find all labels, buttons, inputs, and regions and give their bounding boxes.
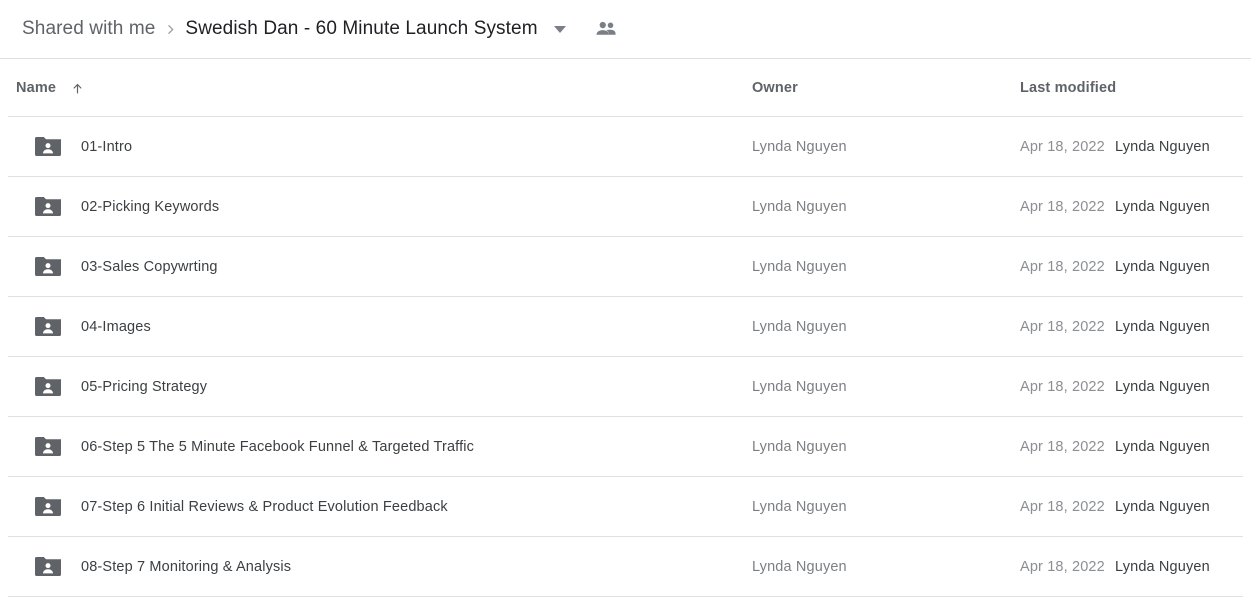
table-row[interactable]: 06-Step 5 The 5 Minute Facebook Funnel &… <box>0 417 1251 477</box>
last-modified-date: Apr 18, 2022 <box>1020 559 1105 575</box>
last-modified-value: Apr 18, 2022 Lynda Nguyen <box>1020 319 1210 335</box>
file-list: 01-Intro Lynda Nguyen Apr 18, 2022 Lynda… <box>0 117 1251 597</box>
file-name: 07-Step 6 Initial Reviews & Product Evol… <box>81 499 448 515</box>
breadcrumb-parent-shared-with-me[interactable]: Shared with me <box>22 18 155 40</box>
table-column-header: Name Owner Last modified <box>0 59 1251 117</box>
owner-value: Lynda Nguyen <box>752 259 847 275</box>
owner-value: Lynda Nguyen <box>752 559 847 575</box>
last-modified-by: Lynda Nguyen <box>1115 139 1210 155</box>
column-header-name-label: Name <box>16 80 57 96</box>
people-icon[interactable] <box>595 20 617 38</box>
shared-folder-icon <box>35 136 61 158</box>
last-modified-value: Apr 18, 2022 Lynda Nguyen <box>1020 439 1210 455</box>
last-modified-by: Lynda Nguyen <box>1115 259 1210 275</box>
shared-folder-icon <box>35 376 61 398</box>
arrow-up-icon[interactable] <box>70 81 85 96</box>
owner-value: Lynda Nguyen <box>752 199 847 215</box>
file-name: 02-Picking Keywords <box>81 199 220 215</box>
table-row[interactable]: 07-Step 6 Initial Reviews & Product Evol… <box>0 477 1251 537</box>
table-row[interactable]: 02-Picking Keywords Lynda Nguyen Apr 18,… <box>0 177 1251 237</box>
last-modified-value: Apr 18, 2022 Lynda Nguyen <box>1020 379 1210 395</box>
last-modified-value: Apr 18, 2022 Lynda Nguyen <box>1020 139 1210 155</box>
last-modified-by: Lynda Nguyen <box>1115 199 1210 215</box>
column-header-name[interactable]: Name <box>16 80 85 96</box>
last-modified-value: Apr 18, 2022 Lynda Nguyen <box>1020 559 1210 575</box>
last-modified-by: Lynda Nguyen <box>1115 559 1210 575</box>
chevron-right-icon <box>155 23 185 36</box>
table-row[interactable]: 08-Step 7 Monitoring & Analysis Lynda Ng… <box>0 537 1251 597</box>
last-modified-date: Apr 18, 2022 <box>1020 259 1105 275</box>
last-modified-date: Apr 18, 2022 <box>1020 199 1105 215</box>
shared-folder-icon <box>35 196 61 218</box>
breadcrumb: Shared with me Swedish Dan - 60 Minute L… <box>0 0 1251 59</box>
table-row[interactable]: 03-Sales Copywrting Lynda Nguyen Apr 18,… <box>0 237 1251 297</box>
shared-folder-icon <box>35 556 61 578</box>
last-modified-by: Lynda Nguyen <box>1115 439 1210 455</box>
owner-value: Lynda Nguyen <box>752 379 847 395</box>
file-name: 03-Sales Copywrting <box>81 259 218 275</box>
last-modified-by: Lynda Nguyen <box>1115 319 1210 335</box>
file-name: 01-Intro <box>81 139 133 155</box>
last-modified-date: Apr 18, 2022 <box>1020 319 1105 335</box>
file-name: 05-Pricing Strategy <box>81 379 208 395</box>
table-row[interactable]: 05-Pricing Strategy Lynda Nguyen Apr 18,… <box>0 357 1251 417</box>
last-modified-date: Apr 18, 2022 <box>1020 499 1105 515</box>
column-header-last-modified[interactable]: Last modified <box>1020 80 1116 96</box>
last-modified-value: Apr 18, 2022 Lynda Nguyen <box>1020 499 1210 515</box>
last-modified-date: Apr 18, 2022 <box>1020 379 1105 395</box>
last-modified-by: Lynda Nguyen <box>1115 379 1210 395</box>
last-modified-date: Apr 18, 2022 <box>1020 139 1105 155</box>
owner-value: Lynda Nguyen <box>752 439 847 455</box>
table-row[interactable]: 01-Intro Lynda Nguyen Apr 18, 2022 Lynda… <box>0 117 1251 177</box>
last-modified-value: Apr 18, 2022 Lynda Nguyen <box>1020 259 1210 275</box>
shared-folder-icon <box>35 496 61 518</box>
file-name: 08-Step 7 Monitoring & Analysis <box>81 559 292 575</box>
column-header-owner[interactable]: Owner <box>752 80 798 96</box>
shared-folder-icon <box>35 316 61 338</box>
chevron-down-icon[interactable] <box>552 25 568 33</box>
file-name: 06-Step 5 The 5 Minute Facebook Funnel &… <box>81 439 475 455</box>
file-name: 04-Images <box>81 319 151 335</box>
shared-folder-icon <box>35 436 61 458</box>
last-modified-date: Apr 18, 2022 <box>1020 439 1105 455</box>
shared-folder-icon <box>35 256 61 278</box>
last-modified-value: Apr 18, 2022 Lynda Nguyen <box>1020 199 1210 215</box>
table-row[interactable]: 04-Images Lynda Nguyen Apr 18, 2022 Lynd… <box>0 297 1251 357</box>
last-modified-by: Lynda Nguyen <box>1115 499 1210 515</box>
owner-value: Lynda Nguyen <box>752 499 847 515</box>
owner-value: Lynda Nguyen <box>752 319 847 335</box>
owner-value: Lynda Nguyen <box>752 139 847 155</box>
page-title: Swedish Dan - 60 Minute Launch System <box>185 18 538 39</box>
